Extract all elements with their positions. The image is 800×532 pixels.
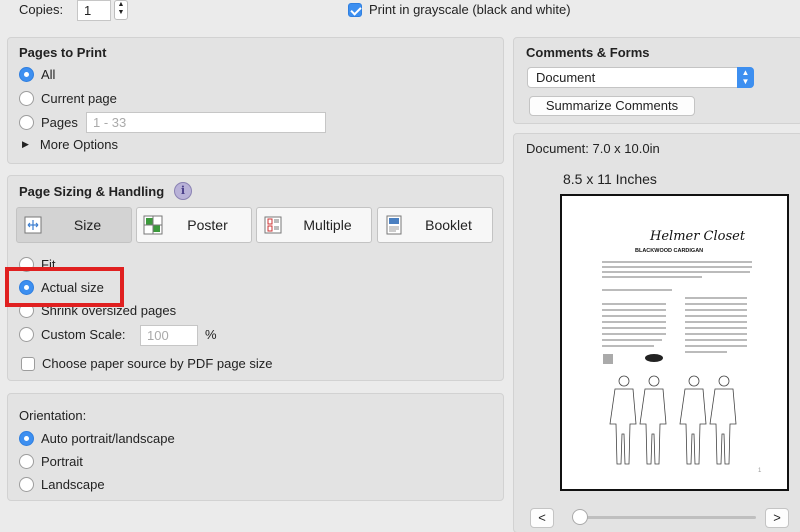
radio-label: Current page [41,90,117,106]
copies-label: Copies: [19,2,64,17]
radio-label: Landscape [41,476,105,492]
doc-page-number: 1 [758,468,762,474]
page-thumbnail-graphic: Helmer Closet BLACKWOOD CARDIGAN 1 [602,229,762,474]
prev-page-button[interactable]: < [530,508,554,528]
radio-button[interactable] [19,114,34,130]
tab-label: Multiple [303,217,352,233]
radio-custom-scale[interactable]: Custom Scale: [19,324,126,344]
paper-source-label: Choose paper source by PDF page size [42,356,273,371]
paper-size-label: 8.5 x 11 Inches [563,171,657,187]
radio-all[interactable]: All [19,64,55,84]
dropdown-value: Document [536,70,596,85]
grayscale-checkbox[interactable] [348,2,362,17]
size-icon [22,214,44,236]
tab-booklet[interactable]: Booklet [377,207,493,243]
paper-source-checkbox[interactable] [21,356,35,371]
info-icon[interactable]: i [174,182,192,200]
radio-label: Auto portrait/landscape [41,430,175,446]
page-sizing-title: Page Sizing & Handling [19,184,165,199]
custom-scale-input[interactable]: 100 [140,325,198,346]
radio-landscape[interactable]: Landscape [19,474,105,494]
orientation-title: Orientation: [19,408,87,423]
summarize-comments-button[interactable]: Summarize Comments [529,96,695,116]
radio-label: Pages [41,114,78,130]
pages-range-input[interactable]: 1 - 33 [86,112,326,133]
grayscale-option[interactable]: Print in grayscale (black and white) [348,2,571,17]
comments-forms-title: Comments & Forms [526,45,650,60]
disclosure-triangle-icon[interactable]: ▶ [22,139,29,150]
percent-label: % [205,327,217,342]
doc-subtitle: BLACKWOOD CARDIGAN [635,248,703,254]
radio-portrait[interactable]: Portrait [19,451,83,471]
radio-button[interactable] [19,90,34,106]
paper-source-option[interactable]: Choose paper source by PDF page size [21,356,273,371]
multiple-pages-icon [262,214,284,236]
copies-stepper[interactable]: ▲ ▼ [114,0,128,20]
radio-auto-orientation[interactable]: Auto portrait/landscape [19,428,175,448]
radio-button[interactable] [19,430,34,446]
radio-label: All [41,66,56,82]
page-slider-thumb[interactable] [572,509,588,525]
radio-label: Custom Scale: [41,326,126,342]
document-size-label: Document: 7.0 x 10.0in [526,141,660,156]
chevron-down-icon[interactable]: ▼ [115,9,127,17]
page-preview: Helmer Closet BLACKWOOD CARDIGAN 1 [560,194,789,491]
more-options-label: More Options [39,137,118,152]
radio-button[interactable] [19,66,34,82]
radio-current-page[interactable]: Current page [19,88,117,108]
copies-field[interactable]: 1 [77,0,111,21]
chevron-up-icon[interactable]: ▲ [115,1,127,9]
radio-button[interactable] [19,476,34,492]
pages-to-print-title: Pages to Print [19,45,107,60]
next-page-button[interactable]: > [765,508,789,528]
chevron-updown-icon[interactable]: ▲ ▼ [737,67,754,88]
radio-label: Portrait [41,453,83,469]
tab-label: Booklet [425,217,472,233]
poster-icon [142,214,164,236]
highlight-box [5,267,124,307]
tab-label: Size [73,217,102,233]
doc-script-title: Helmer Closet [649,229,746,244]
booklet-icon [383,214,405,236]
grayscale-label: Print in grayscale (black and white) [369,2,571,17]
tab-poster[interactable]: Poster [136,207,252,243]
radio-button[interactable] [19,453,34,469]
comments-forms-dropdown[interactable]: Document ▲ ▼ [527,67,754,88]
page-slider-track[interactable] [576,516,756,519]
radio-pages[interactable]: Pages [19,112,78,132]
radio-button[interactable] [19,326,34,342]
tab-multiple[interactable]: Multiple [256,207,372,243]
tab-label: Poster [187,217,228,233]
more-options-toggle[interactable]: ▶ More Options [22,137,118,152]
tab-size[interactable]: Size [16,207,132,243]
